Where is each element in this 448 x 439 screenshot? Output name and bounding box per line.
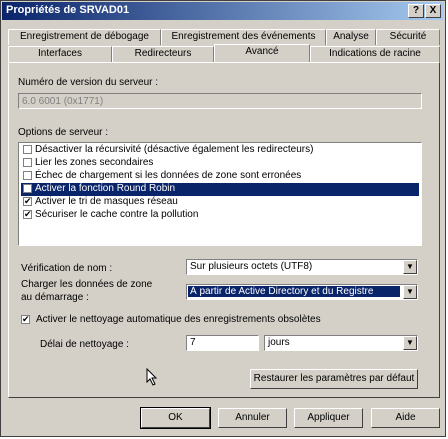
interval-unit-value: jours [268, 337, 290, 348]
option-netmask-ordering[interactable]: ✔ Activer le tri de masques réseau [21, 196, 419, 209]
chevron-down-icon[interactable]: ▼ [403, 336, 417, 350]
tab-advanced[interactable]: Avancé [214, 44, 310, 62]
checkbox-checked[interactable]: ✔ [23, 210, 32, 219]
zone-load-label-2: au démarrage : [21, 292, 89, 303]
zone-load-label-1: Charger les données de zone [21, 279, 153, 290]
scavenging-checkbox[interactable]: ✔ [21, 315, 30, 324]
tab-forwarders[interactable]: Redirecteurs [112, 46, 214, 62]
zone-load-value: À partir de Active Directory et du Regis… [188, 286, 400, 297]
version-value: 6.0 6001 (0x1771) [22, 96, 104, 107]
option-bind-secondaries[interactable]: Lier les zones secondaires [21, 157, 419, 170]
server-options-label: Options de serveur : [18, 127, 109, 138]
interval-unit-select[interactable]: jours ▼ [264, 335, 418, 351]
chevron-down-icon[interactable]: ▼ [403, 285, 417, 299]
cancel-button[interactable]: Annuler [218, 408, 287, 428]
version-field: 6.0 6001 (0x1771) [18, 93, 422, 109]
close-button[interactable]: X [425, 4, 441, 18]
ok-button[interactable]: OK [140, 407, 211, 429]
name-check-value: Sur plusieurs octets (UTF8) [190, 261, 313, 272]
cursor-icon [146, 368, 158, 386]
help-title-button[interactable]: ? [408, 4, 424, 18]
checkbox[interactable] [23, 171, 32, 180]
option-secure-cache[interactable]: ✔ Sécuriser le cache contre la pollution [21, 209, 419, 222]
option-disable-recursion[interactable]: Désactiver la récursivité (désactive éga… [21, 144, 419, 157]
tab-interfaces[interactable]: Interfaces [8, 46, 112, 62]
checkbox[interactable] [23, 158, 32, 167]
properties-dialog: Propriétés de SRVAD01 ? X Enregistrement… [0, 0, 446, 437]
option-fail-on-bad-data[interactable]: Échec de chargement si les données de zo… [21, 170, 419, 183]
checkbox[interactable] [23, 145, 32, 154]
option-round-robin[interactable]: Activer la fonction Round Robin [21, 183, 419, 196]
help-button[interactable]: Aide [371, 408, 440, 428]
checkbox-checked[interactable]: ✔ [23, 197, 32, 206]
tab-root-hints[interactable]: Indications de racine [310, 46, 440, 62]
zone-load-select[interactable]: À partir de Active Directory et du Regis… [186, 284, 418, 300]
tab-event-logging[interactable]: Enregistrement des événements [161, 29, 326, 45]
chevron-down-icon[interactable]: ▼ [403, 260, 417, 274]
tab-debug-logging[interactable]: Enregistrement de débogage [8, 29, 161, 45]
restore-defaults-button[interactable]: Restaurer les paramètres par défaut [250, 369, 418, 389]
tab-security[interactable]: Sécurité [376, 29, 440, 45]
apply-button[interactable]: Appliquer [294, 408, 363, 428]
interval-label: Délai de nettoyage : [40, 339, 129, 350]
checkbox[interactable] [23, 184, 32, 193]
tab-monitoring[interactable]: Analyse [326, 29, 376, 45]
interval-value: 7 [190, 337, 196, 348]
name-check-label: Vérification de nom : [21, 263, 113, 274]
title-bar[interactable]: Propriétés de SRVAD01 ? X [2, 2, 444, 20]
server-options-list[interactable]: Désactiver la récursivité (désactive éga… [18, 142, 422, 246]
window-title: Propriétés de SRVAD01 [6, 4, 130, 16]
interval-input[interactable]: 7 [186, 335, 259, 351]
name-check-select[interactable]: Sur plusieurs octets (UTF8) ▼ [186, 259, 418, 275]
version-label: Numéro de version du serveur : [18, 77, 159, 88]
scavenging-label: Activer le nettoyage automatique des enr… [36, 314, 321, 325]
